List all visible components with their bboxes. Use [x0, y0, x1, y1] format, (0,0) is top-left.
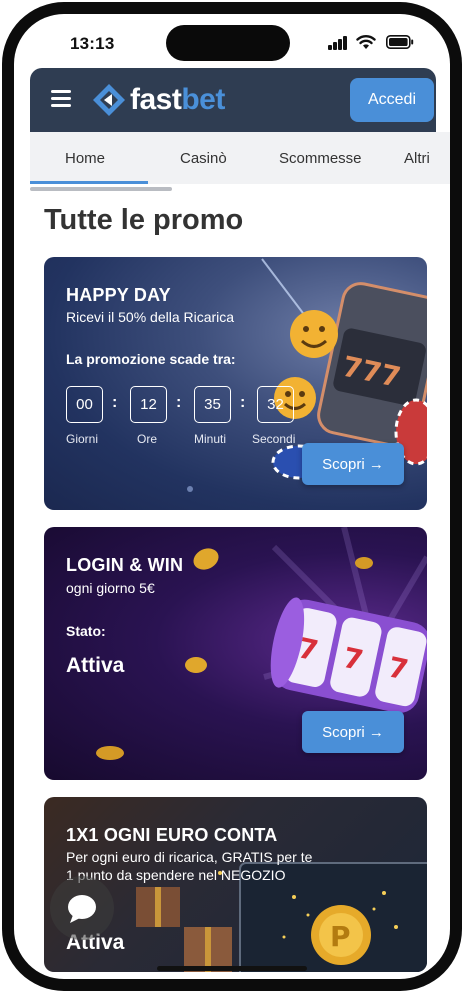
- state-value: Attiva: [66, 654, 125, 677]
- countdown-unit-days: Giorni: [66, 432, 99, 446]
- timer-separator: :: [176, 394, 182, 411]
- gift-box-icon: [136, 887, 232, 972]
- promo-title: 1X1 OGNI EURO CONTA: [66, 825, 278, 845]
- login-button[interactable]: Accedi: [350, 78, 434, 122]
- app-header: fastbet Accedi: [30, 68, 436, 132]
- promo-title: HAPPY DAY: [66, 285, 171, 305]
- battery-icon: [386, 35, 414, 49]
- fastbet-logo[interactable]: fastbet: [92, 82, 225, 118]
- countdown-unit-hours: Ore: [137, 432, 158, 446]
- dynamic-island: [166, 25, 290, 61]
- countdown-minutes: 35: [194, 386, 231, 423]
- status-bar: 13:13: [14, 14, 450, 70]
- promo-card-login-win[interactable]: 7 7 7 LOGIN & WIN ogni giorno 5€ Stato: …: [44, 527, 427, 780]
- promo-card-happy-day[interactable]: 777 HAPPY DAY Ricevi il 50% della Ricari…: [44, 257, 427, 510]
- signal-icon: [328, 36, 348, 50]
- phone-frame: 13:13 fastbet Accedi Home Casinò Scommes…: [2, 2, 462, 991]
- tabs-scrollbar[interactable]: [30, 187, 172, 191]
- svg-text:P: P: [330, 920, 351, 953]
- chat-bubble-icon: [68, 895, 96, 923]
- discover-button[interactable]: Scopri →: [302, 443, 404, 485]
- status-time: 13:13: [70, 34, 115, 53]
- tab-scommesse[interactable]: Scommesse: [279, 150, 362, 167]
- tab-casino[interactable]: Casinò: [180, 150, 227, 167]
- home-indicator[interactable]: [157, 966, 307, 971]
- tab-home[interactable]: Home: [65, 150, 105, 167]
- countdown-label: La promozione scade tra:: [66, 351, 236, 367]
- timer-separator: :: [240, 394, 246, 411]
- discover-button[interactable]: Scopri →: [302, 711, 404, 753]
- promo-title: LOGIN & WIN: [66, 555, 184, 575]
- logo-mark-icon: [93, 84, 125, 116]
- promo-subtitle: Ricevi il 50% della Ricarica: [66, 309, 235, 325]
- page-title: Tutte le promo: [44, 204, 244, 236]
- promo-subtitle: ogni giorno 5€: [66, 580, 155, 596]
- tab-altri[interactable]: Altri: [404, 150, 430, 167]
- state-label: Stato:: [66, 623, 106, 639]
- nav-tabs: Home Casinò Scommesse Altri: [30, 132, 450, 184]
- timer-separator: :: [112, 394, 118, 411]
- countdown-hours: 12: [130, 386, 167, 423]
- countdown-unit-minutes: Minuti: [194, 432, 227, 446]
- menu-icon[interactable]: [51, 90, 71, 108]
- screen: 13:13 fastbet Accedi Home Casinò Scommes…: [14, 14, 450, 979]
- chat-button[interactable]: [50, 876, 114, 940]
- slot-reels-icon: 7 7 7: [270, 597, 427, 713]
- wifi-icon: [356, 35, 376, 49]
- active-tab-indicator: [30, 181, 148, 184]
- promo-subtitle-line1: Per ogni euro di ricarica, GRATIS per te: [66, 849, 313, 865]
- countdown-days: 00: [66, 386, 103, 423]
- countdown-unit-seconds: Secondi: [252, 432, 296, 446]
- countdown-seconds: 32: [257, 386, 294, 423]
- logo-text: fastbet: [130, 83, 225, 116]
- coin-icon: P: [311, 905, 371, 965]
- smiley-icon: [290, 310, 338, 358]
